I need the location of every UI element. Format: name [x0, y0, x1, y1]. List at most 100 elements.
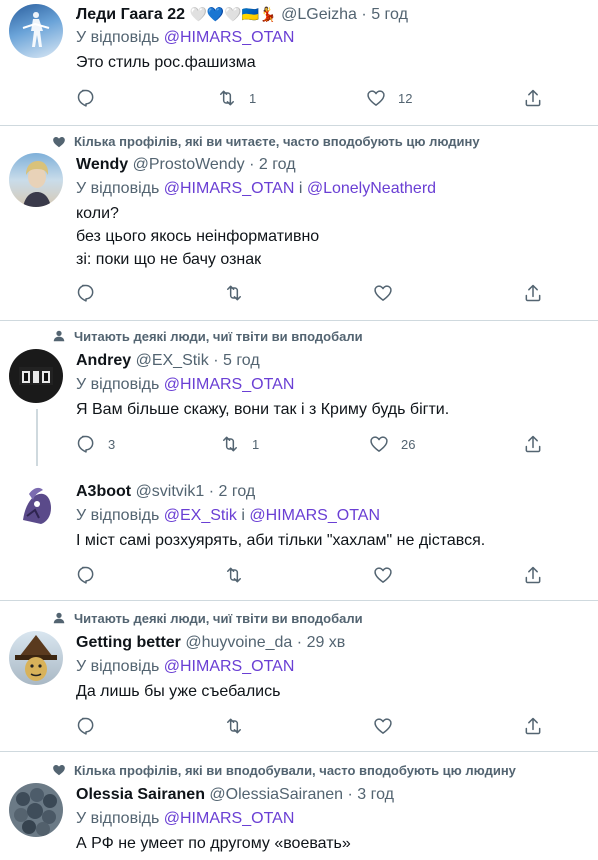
reply-button[interactable] — [76, 283, 96, 303]
dot-separator: · — [296, 634, 303, 651]
like-button[interactable]: 26 — [369, 434, 415, 454]
retweet-button[interactable] — [224, 716, 244, 736]
mention-link[interactable]: @HIMARS_OTAN — [164, 810, 295, 827]
timestamp[interactable]: 2 год — [259, 156, 296, 173]
share-icon — [523, 716, 543, 736]
timestamp[interactable]: 29 хв — [307, 634, 346, 651]
handle[interactable]: @huyvoine_da — [185, 634, 292, 651]
handle[interactable]: @EX_Stik — [136, 352, 209, 369]
reply-icon — [76, 716, 96, 736]
person-icon — [52, 611, 66, 625]
reply-button[interactable] — [76, 88, 96, 108]
mention-link[interactable]: @HIMARS_OTAN — [164, 658, 295, 675]
reply-prefix: У відповідь — [76, 29, 160, 46]
tweet[interactable]: A3boot @svitvik1 · 2 год У відповідь @EX… — [0, 466, 598, 600]
share-icon — [523, 565, 543, 585]
display-name[interactable]: Wendy — [76, 156, 128, 173]
retweet-icon — [224, 716, 244, 736]
dot-separator: · — [208, 483, 215, 500]
avatar[interactable] — [9, 783, 63, 837]
display-name[interactable]: A3boot — [76, 483, 131, 500]
reply-button[interactable]: 3 — [76, 434, 115, 454]
reply-prefix: У відповідь — [76, 658, 160, 675]
reply-prefix: У відповідь — [76, 507, 160, 524]
heart-filled-icon — [52, 763, 66, 777]
share-button[interactable] — [523, 565, 543, 585]
thread-connector — [36, 409, 38, 466]
handle[interactable]: @OlessiaSairanen — [209, 786, 343, 803]
social-context[interactable]: Кілька профілів, які ви вподобували, час… — [74, 763, 516, 778]
name-emoji: 🤍💙🤍🇺🇦💃 — [189, 6, 277, 22]
retweet-icon — [224, 565, 244, 585]
heart-filled-icon — [52, 135, 66, 149]
share-button[interactable] — [523, 434, 543, 454]
reply-conjunction: і — [241, 507, 245, 524]
avatar[interactable] — [13, 480, 61, 528]
like-button[interactable] — [373, 565, 393, 585]
timestamp[interactable]: 5 год — [223, 352, 260, 369]
mention-link[interactable]: @HIMARS_OTAN — [164, 180, 295, 197]
tweet-text: Да лишь бы уже съебались — [76, 680, 280, 703]
social-context[interactable]: Читають деякі люди, чиї твіти ви вподоба… — [74, 329, 363, 344]
handle[interactable]: @svitvik1 — [136, 483, 205, 500]
dot-separator: · — [361, 6, 367, 23]
retweet-button[interactable] — [224, 283, 244, 303]
retweet-button[interactable] — [224, 565, 244, 585]
handle[interactable]: @ProstoWendy — [133, 156, 245, 173]
display-name[interactable]: Olessia Sairanen — [76, 786, 205, 803]
like-count: 12 — [398, 90, 413, 106]
tweet-text: І міст самі розхуярять, аби тільки "хахл… — [76, 529, 485, 552]
timestamp[interactable]: 2 год — [219, 483, 256, 500]
tweet[interactable]: Кілька профілів, які ви читаєте, часто в… — [0, 126, 598, 320]
display-name[interactable]: Леди Гаага 22 — [76, 6, 185, 23]
retweet-icon — [220, 434, 240, 454]
tweet[interactable]: Читають деякі люди, чиї твіти ви вподоба… — [0, 321, 598, 466]
display-name[interactable]: Andrey — [76, 352, 131, 369]
mention-link[interactable]: @LonelyNeatherd — [307, 180, 436, 197]
mention-link[interactable]: @HIMARS_OTAN — [164, 376, 295, 393]
reply-button[interactable] — [76, 716, 96, 736]
like-button[interactable] — [373, 716, 393, 736]
share-button[interactable] — [523, 716, 543, 736]
portrait-avatar-image — [23, 161, 51, 207]
avatar[interactable] — [9, 631, 63, 685]
like-button[interactable] — [373, 283, 393, 303]
reply-context: У відповідь @HIMARS_OTAN — [76, 657, 294, 677]
avatar[interactable] — [9, 153, 63, 207]
avatar[interactable] — [9, 349, 63, 403]
dot-separator: · — [249, 156, 255, 173]
timestamp[interactable]: 3 год — [357, 786, 394, 803]
reply-count: 3 — [108, 436, 116, 452]
share-button[interactable] — [523, 283, 543, 303]
mention-link[interactable]: @HIMARS_OTAN — [249, 507, 380, 524]
like-button[interactable]: 12 — [366, 88, 412, 108]
handle[interactable]: @LGeizha — [281, 6, 357, 23]
tweet-text: Я Вам більше скажу, вони так і з Криму б… — [76, 398, 449, 421]
heart-icon — [369, 434, 389, 454]
tweet-text: А РФ не умеет по другому «воевать» — [76, 832, 351, 855]
tweet-text-line: зі: поки що не бачу ознак — [76, 251, 262, 268]
reply-icon — [76, 88, 96, 108]
reply-button[interactable] — [76, 565, 96, 585]
tweet[interactable]: Читають деякі люди, чиї твіти ви вподоба… — [0, 601, 598, 751]
tweet-text-line: Я Вам більше скажу, вони так і з Криму б… — [76, 401, 450, 418]
timestamp[interactable]: 5 год — [371, 6, 408, 23]
share-button[interactable] — [523, 88, 543, 108]
tweet[interactable]: Кілька профілів, які ви вподобували, час… — [0, 752, 598, 860]
social-context[interactable]: Кілька профілів, які ви читаєте, часто в… — [74, 134, 480, 149]
reply-prefix: У відповідь — [76, 180, 160, 197]
social-context[interactable]: Читають деякі люди, чиї твіти ви вподоба… — [74, 611, 363, 626]
reply-prefix: У відповідь — [76, 376, 160, 393]
mention-link[interactable]: @EX_Stik — [164, 507, 237, 524]
tweet-text-line: Да лишь бы уже съебались — [76, 683, 281, 700]
tweet[interactable]: Леди Гаага 22 🤍💙🤍🇺🇦💃 @LGeizha · 5 год У … — [0, 0, 598, 125]
tweet-text-line: коли? — [76, 205, 119, 222]
mention-link[interactable]: @HIMARS_OTAN — [164, 29, 295, 46]
display-name[interactable]: Getting better — [76, 634, 181, 651]
avatar[interactable] — [9, 4, 63, 58]
retweet-button[interactable]: 1 — [217, 88, 256, 108]
share-icon — [523, 88, 543, 108]
retweet-button[interactable]: 1 — [220, 434, 259, 454]
dot-separator: · — [347, 786, 353, 803]
reply-context: У відповідь @HIMARS_OTAN і @LonelyNeathe… — [76, 179, 436, 199]
